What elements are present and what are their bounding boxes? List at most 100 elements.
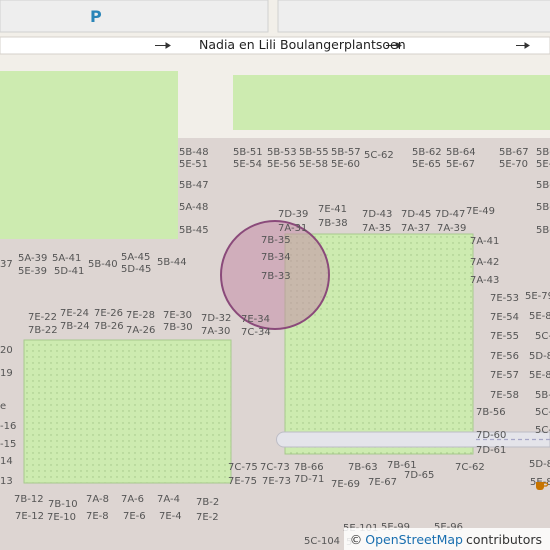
house-number-label: 7B-63 [348, 462, 378, 473]
house-number-label: 5B-55 [299, 147, 329, 158]
house-number-label: 7B-66 [294, 462, 324, 473]
house-number-label: 19 [0, 368, 13, 379]
footway[interactable] [276, 431, 550, 448]
house-number-label: 7A-43 [470, 275, 500, 286]
house-number-label: 7B-24 [60, 321, 90, 332]
house-number-label: 7E-54 [490, 312, 520, 323]
street-name-label: Nadia en Lili Boulangerplantsoen [199, 37, 406, 52]
house-number-label: 5B- [536, 202, 550, 213]
house-number-label: 7D-61 [476, 445, 507, 456]
house-number-label: 7B-34 [261, 252, 291, 263]
house-number-label: 7A-4 [157, 494, 180, 505]
parking-area-left [0, 0, 269, 33]
parking-area-right [277, 0, 550, 33]
house-number-label: 7B-33 [261, 271, 291, 282]
house-number-label: 37 [0, 259, 13, 270]
house-number-label: 5B-67 [499, 147, 529, 158]
house-number-label: 7E-34 [241, 314, 271, 325]
house-number-label: 5B-64 [446, 147, 476, 158]
park-upper-left [0, 71, 178, 239]
house-number-label: 5E-51 [179, 159, 209, 170]
house-number-label: 7D-32 [201, 313, 232, 324]
house-number-label: 5E-56 [267, 159, 297, 170]
house-number-label: 7E-55 [490, 331, 520, 342]
house-number-label: 7A-35 [362, 223, 392, 234]
house-number-label: 7C-62 [455, 462, 485, 473]
house-number-label: 5B-53 [267, 147, 297, 158]
house-number-label: 7D-47 [435, 209, 466, 220]
house-number-label: 5D-8 [529, 459, 550, 470]
house-number-label: 7E-69 [331, 479, 361, 490]
house-number-label: 5A-48 [179, 202, 209, 213]
house-number-label: 7E-8 [86, 511, 109, 522]
house-number-label: 5E- [536, 159, 550, 170]
house-number-label: 7C-73 [260, 462, 290, 473]
house-number-label: 5D-41 [54, 266, 85, 277]
house-number-label: 7E-26 [94, 308, 124, 319]
house-number-label: 7E-57 [490, 370, 520, 381]
house-number-label: 7E-12 [15, 511, 45, 522]
house-number-label: 5B- [536, 147, 550, 158]
house-number-label: 7A-6 [121, 494, 144, 505]
parking-symbol: P [90, 7, 102, 26]
house-number-label: 7A-37 [401, 223, 431, 234]
house-number-label: 5C- [535, 407, 550, 418]
house-number-label: 7E-56 [490, 351, 520, 362]
house-number-label: 5B-40 [88, 259, 118, 270]
house-number-label: 7E-4 [159, 511, 182, 522]
house-number-label: 7B-56 [476, 407, 506, 418]
house-number-label: 5D-45 [121, 264, 152, 275]
house-number-label: 7E-67 [368, 477, 398, 488]
house-number-label: 7A-41 [470, 236, 500, 247]
house-number-label: 20 [0, 345, 13, 356]
house-number-label: e [0, 401, 7, 412]
house-number-label: 5A-39 [18, 253, 48, 264]
house-number-label: 7E-73 [262, 476, 292, 487]
house-number-label: 7B-12 [14, 494, 44, 505]
house-number-label: 5B-44 [157, 257, 187, 268]
house-number-label: 5E-60 [331, 159, 361, 170]
house-number-label: 7A-30 [201, 326, 231, 337]
house-number-label: 7D-45 [401, 209, 432, 220]
house-number-label: 5C- [535, 331, 550, 342]
house-number-label: 14 [0, 456, 13, 467]
house-number-label: 5B- [536, 180, 550, 191]
house-number-label: 7A-31 [278, 223, 308, 234]
house-number-label: 7B-26 [94, 321, 124, 332]
house-number-label: 5A-45 [121, 252, 151, 263]
house-number-label: 5A-41 [52, 253, 82, 264]
house-number-label: 7E-24 [60, 308, 90, 319]
cafe-icon[interactable] [534, 478, 548, 492]
house-number-label: 5E-79 [525, 291, 550, 302]
house-number-label: 5E-58 [299, 159, 329, 170]
house-number-label: 7B-30 [163, 322, 193, 333]
house-number-label: 5B-62 [412, 147, 442, 158]
house-number-label: 7D-43 [362, 209, 393, 220]
house-number-label: 7B-10 [48, 499, 78, 510]
house-number-label: 7D-60 [476, 430, 507, 441]
map-attribution[interactable]: © OpenStreetMap contributors [343, 528, 550, 550]
house-number-label: 5B-45 [179, 225, 209, 236]
house-number-label: 5E-39 [18, 266, 48, 277]
house-number-label: 7C-34 [241, 327, 271, 338]
openstreetmap-link[interactable]: OpenStreetMap [365, 532, 463, 547]
house-number-label: 7B-38 [318, 218, 348, 229]
house-number-label: 5D-8 [529, 351, 550, 362]
house-number-label: 7E-28 [126, 310, 156, 321]
house-number-label: 5C-104 [304, 536, 341, 547]
house-number-label: 7B-22 [28, 325, 58, 336]
house-number-label: 7C-75 [228, 462, 258, 473]
house-number-label: 5B-48 [179, 147, 209, 158]
house-number-label: 7E-22 [28, 312, 58, 323]
house-number-label: 7A-8 [86, 494, 109, 505]
house-number-label: 7E-53 [490, 293, 520, 304]
house-number-label: 7E-10 [47, 512, 77, 523]
house-number-label: 5B-51 [233, 147, 263, 158]
map-view[interactable]: P Nadia en Lili Boulangerplantsoen 5B-48… [0, 0, 550, 550]
house-number-label: 5E-70 [499, 159, 529, 170]
house-number-label: 5B-8 [535, 390, 550, 401]
house-number-label: 5B-47 [179, 180, 209, 191]
copyright-symbol: © [349, 531, 363, 547]
park-upper-right [233, 75, 550, 130]
house-number-label: 7E-41 [318, 204, 348, 215]
